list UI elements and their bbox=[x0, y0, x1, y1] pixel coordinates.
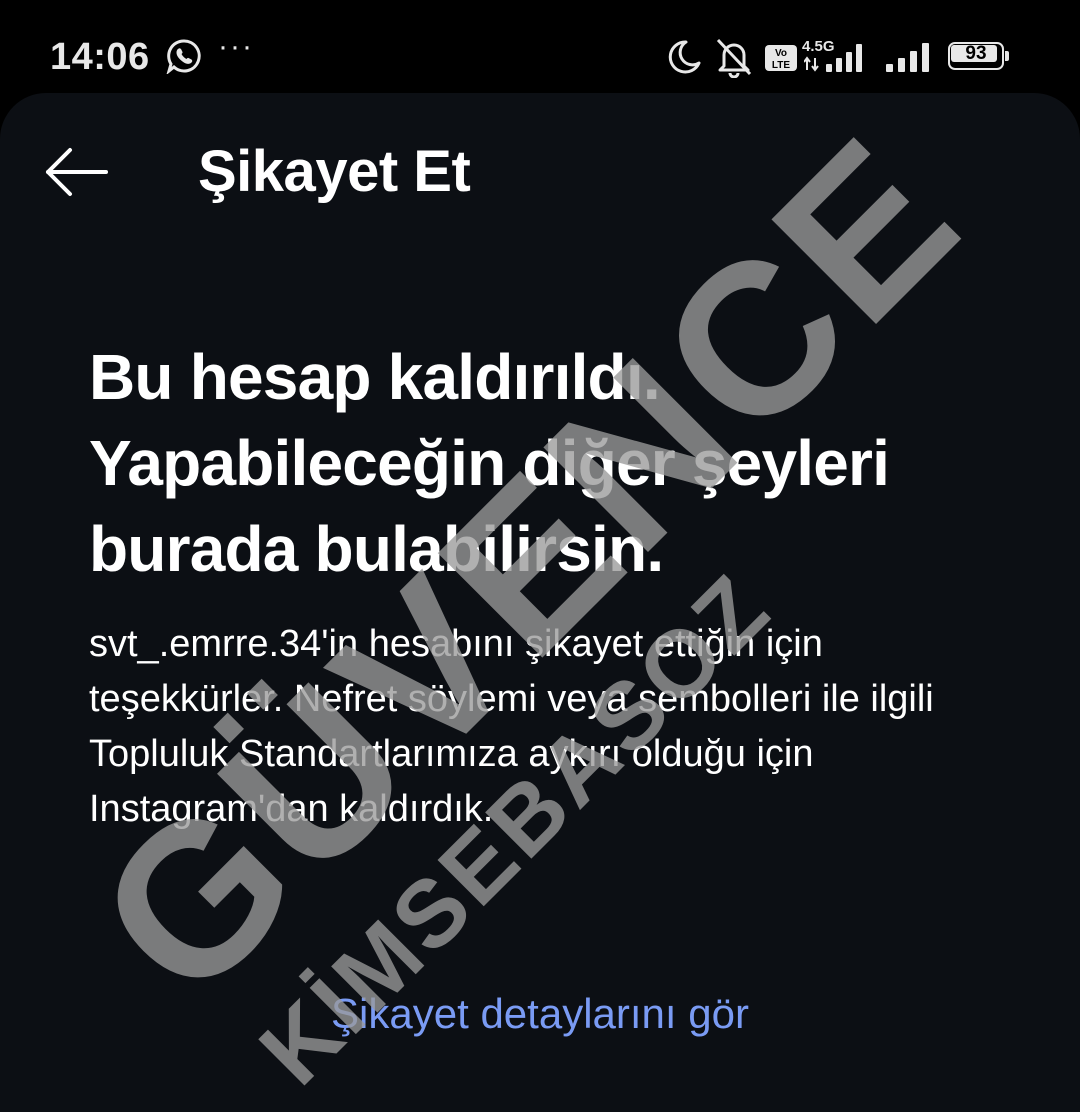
status-bar: 14:06 ··· Vo LTE 4.5G 93 bbox=[0, 0, 1080, 96]
battery-level: 93 bbox=[965, 43, 987, 64]
more-notifications-icon: ··· bbox=[218, 30, 254, 63]
page-title: Şikayet Et bbox=[198, 139, 471, 204]
signal-icon-2 bbox=[886, 43, 929, 72]
volte-icon: Vo LTE bbox=[765, 45, 797, 71]
arrow-left-icon[interactable] bbox=[40, 140, 116, 204]
signal-icon bbox=[804, 44, 862, 72]
confirmation-body: svt_.emrre.34'in hesabını şikayet ettiği… bbox=[89, 623, 934, 830]
report-sheet bbox=[0, 93, 1080, 1112]
svg-text:LTE: LTE bbox=[772, 60, 790, 71]
confirmation-headline: Bu hesap kaldırıldı. Yapabileceğin diğer… bbox=[89, 341, 890, 585]
bell-muted-icon bbox=[716, 38, 752, 78]
report-details-link[interactable]: Şikayet detaylarını gör bbox=[0, 990, 1080, 1038]
battery-icon: 93 bbox=[948, 42, 1009, 72]
svg-text:Vo: Vo bbox=[775, 48, 787, 59]
status-time: 14:06 bbox=[50, 36, 150, 78]
whatsapp-icon bbox=[166, 39, 201, 74]
moon-icon bbox=[668, 40, 701, 74]
